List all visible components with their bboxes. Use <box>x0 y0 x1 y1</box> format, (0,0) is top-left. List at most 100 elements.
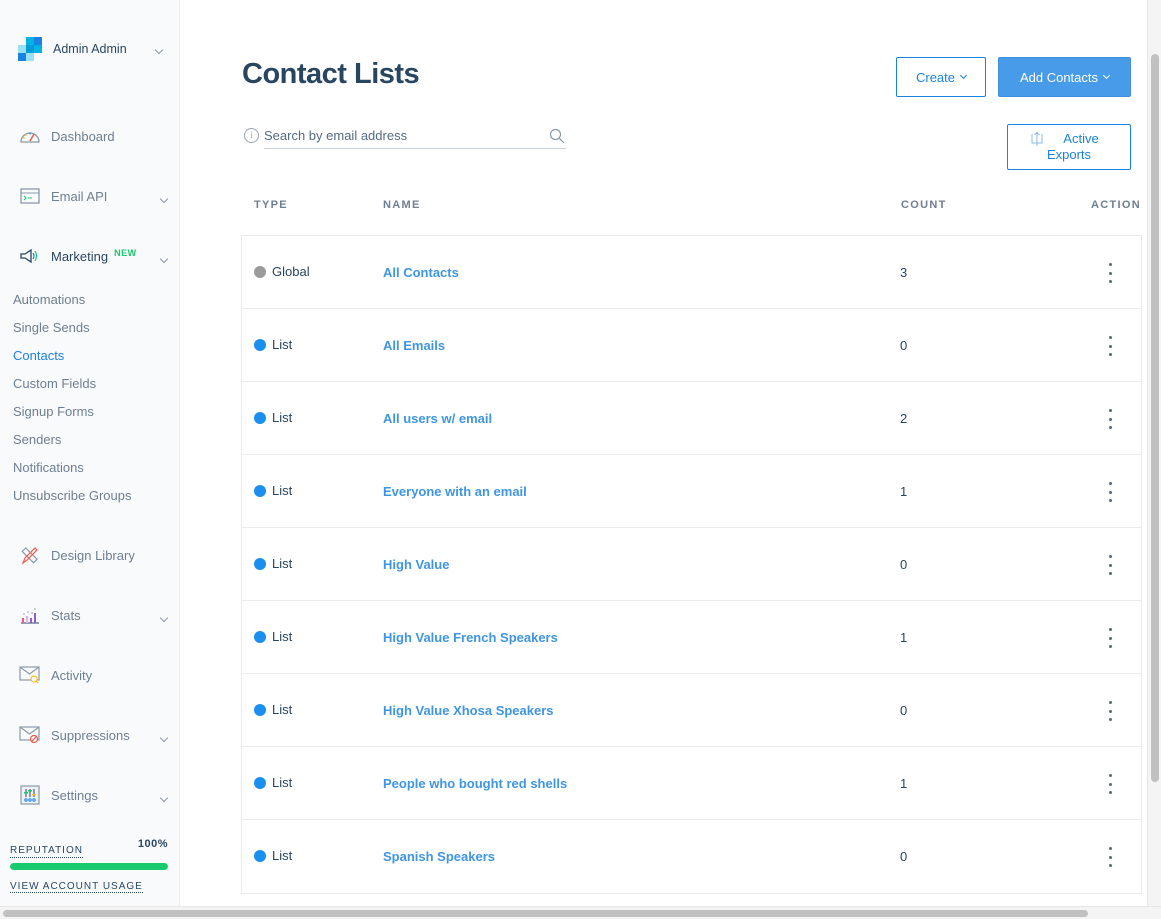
reputation-label[interactable]: REPUTATION <box>10 845 83 858</box>
terminal-window-icon <box>18 185 42 207</box>
column-header-name[interactable]: NAME <box>383 199 421 211</box>
table-row: List Spanish Speakers 0 <box>242 820 1141 893</box>
search-icon[interactable] <box>549 128 565 144</box>
list-name-link[interactable]: People who bought red shells <box>383 776 567 791</box>
add-contacts-button[interactable]: Add Contacts <box>998 57 1131 97</box>
list-name-link[interactable]: Everyone with an email <box>383 484 527 499</box>
more-actions-icon[interactable] <box>1102 408 1118 430</box>
search-box: i <box>243 125 567 149</box>
type-cell: Global <box>254 264 310 279</box>
sidebar-item-dashboard[interactable]: Dashboard <box>18 124 173 148</box>
account-name: Admin Admin <box>53 42 127 56</box>
more-actions-icon[interactable] <box>1102 773 1118 795</box>
type-dot-icon <box>254 630 266 643</box>
table-row: List High Value French Speakers 1 <box>242 601 1141 674</box>
list-name-link[interactable]: All Contacts <box>383 265 459 280</box>
sidebar-item-design-library[interactable]: Design Library <box>18 543 173 567</box>
pencil-ruler-icon <box>18 544 42 566</box>
type-cell: List <box>254 775 292 790</box>
table-row: Global All Contacts 3 <box>242 236 1141 309</box>
type-dot-icon <box>254 557 266 570</box>
list-name-link[interactable]: High Value <box>383 557 449 572</box>
create-button[interactable]: Create <box>896 57 986 97</box>
type-label: List <box>272 629 293 644</box>
type-label: List <box>272 775 293 790</box>
type-dot-icon <box>254 703 266 716</box>
vertical-scrollbar[interactable] <box>1147 0 1161 906</box>
export-upload-icon <box>1031 131 1043 151</box>
chevron-down-icon <box>159 728 169 746</box>
sliders-icon <box>18 784 42 806</box>
marketing-subnav: Automations Single Sends Contacts Custom… <box>13 292 132 516</box>
column-header-type: TYPE <box>254 199 288 211</box>
subnav-item-notifications[interactable]: Notifications <box>13 460 132 488</box>
reputation-meter: REPUTATION 100% <box>10 838 168 870</box>
more-actions-icon[interactable] <box>1102 846 1118 868</box>
type-dot-icon <box>254 338 266 351</box>
info-icon[interactable]: i <box>244 128 259 143</box>
list-name-link[interactable]: All users w/ email <box>383 411 492 426</box>
sidebar-item-stats[interactable]: Stats <box>18 603 173 627</box>
count-cell: 0 <box>900 703 908 718</box>
count-cell: 1 <box>900 484 908 499</box>
chevron-down-icon <box>159 788 169 806</box>
more-actions-icon[interactable] <box>1102 481 1118 503</box>
vertical-scrollbar-thumb[interactable] <box>1151 54 1159 782</box>
sidebar-item-activity[interactable]: Activity <box>18 663 173 687</box>
search-input[interactable] <box>264 125 566 149</box>
subnav-item-unsubscribe-groups[interactable]: Unsubscribe Groups <box>13 488 132 516</box>
more-actions-icon[interactable] <box>1102 335 1118 357</box>
view-account-usage-link[interactable]: VIEW ACCOUNT USAGE <box>10 881 143 893</box>
horizontal-scrollbar[interactable] <box>0 906 1161 919</box>
subnav-item-signup-forms[interactable]: Signup Forms <box>13 404 132 432</box>
horizontal-scrollbar-thumb[interactable] <box>3 910 1088 917</box>
subnav-item-contacts[interactable]: Contacts <box>13 348 132 376</box>
reputation-value: 100% <box>137 838 168 850</box>
list-name-link[interactable]: High Value French Speakers <box>383 630 558 645</box>
more-actions-icon[interactable] <box>1102 262 1118 284</box>
sidebar-item-marketing[interactable]: Marketing NEW <box>18 244 173 268</box>
envelope-blocked-icon <box>18 724 42 746</box>
type-label: Global <box>272 264 310 279</box>
chevron-down-icon <box>959 71 968 79</box>
chevron-down-icon <box>159 249 169 267</box>
type-cell: List <box>254 848 292 863</box>
more-actions-icon[interactable] <box>1102 554 1118 576</box>
type-cell: List <box>254 556 292 571</box>
type-dot-icon <box>254 265 266 278</box>
type-dot-icon <box>254 849 266 862</box>
reputation-bar-fill <box>10 863 168 870</box>
type-cell: List <box>254 629 292 644</box>
count-cell: 1 <box>900 776 908 791</box>
table-row: List All Emails 0 <box>242 309 1141 382</box>
chevron-down-icon <box>154 40 164 58</box>
sidebar-item-email-api[interactable]: Email API <box>18 184 173 208</box>
subnav-item-custom-fields[interactable]: Custom Fields <box>13 376 132 404</box>
list-name-link[interactable]: High Value Xhosa Speakers <box>383 703 554 718</box>
table-header: TYPE NAME COUNT ACTION <box>242 199 1142 215</box>
type-cell: List <box>254 483 292 498</box>
account-menu[interactable]: Admin Admin <box>18 36 170 62</box>
sidebar-item-settings[interactable]: Settings <box>18 783 173 807</box>
chevron-down-icon <box>1102 71 1111 79</box>
list-name-link[interactable]: All Emails <box>383 338 445 353</box>
sidebar-item-suppressions[interactable]: Suppressions <box>18 723 173 747</box>
dashboard-gauge-icon <box>18 125 42 147</box>
subnav-item-senders[interactable]: Senders <box>13 432 132 460</box>
table-row: List People who bought red shells 1 <box>242 747 1141 820</box>
more-actions-icon[interactable] <box>1102 627 1118 649</box>
list-name-link[interactable]: Spanish Speakers <box>383 849 495 864</box>
more-actions-icon[interactable] <box>1102 700 1118 722</box>
subnav-item-single-sends[interactable]: Single Sends <box>13 320 132 348</box>
sendgrid-logo-icon <box>18 37 42 61</box>
contact-lists-table: Global All Contacts 3 List All Emails 0 List Al… <box>241 235 1142 894</box>
type-label: List <box>272 483 293 498</box>
count-cell: 2 <box>900 411 908 426</box>
sidebar: Admin Admin Dashboard Email API Marketin… <box>0 0 180 919</box>
column-header-count[interactable]: COUNT <box>901 199 947 211</box>
type-label: List <box>272 410 293 425</box>
type-label: List <box>272 337 293 352</box>
active-exports-button[interactable]: Active Exports <box>1007 124 1131 170</box>
count-cell: 1 <box>900 630 908 645</box>
subnav-item-automations[interactable]: Automations <box>13 292 132 320</box>
